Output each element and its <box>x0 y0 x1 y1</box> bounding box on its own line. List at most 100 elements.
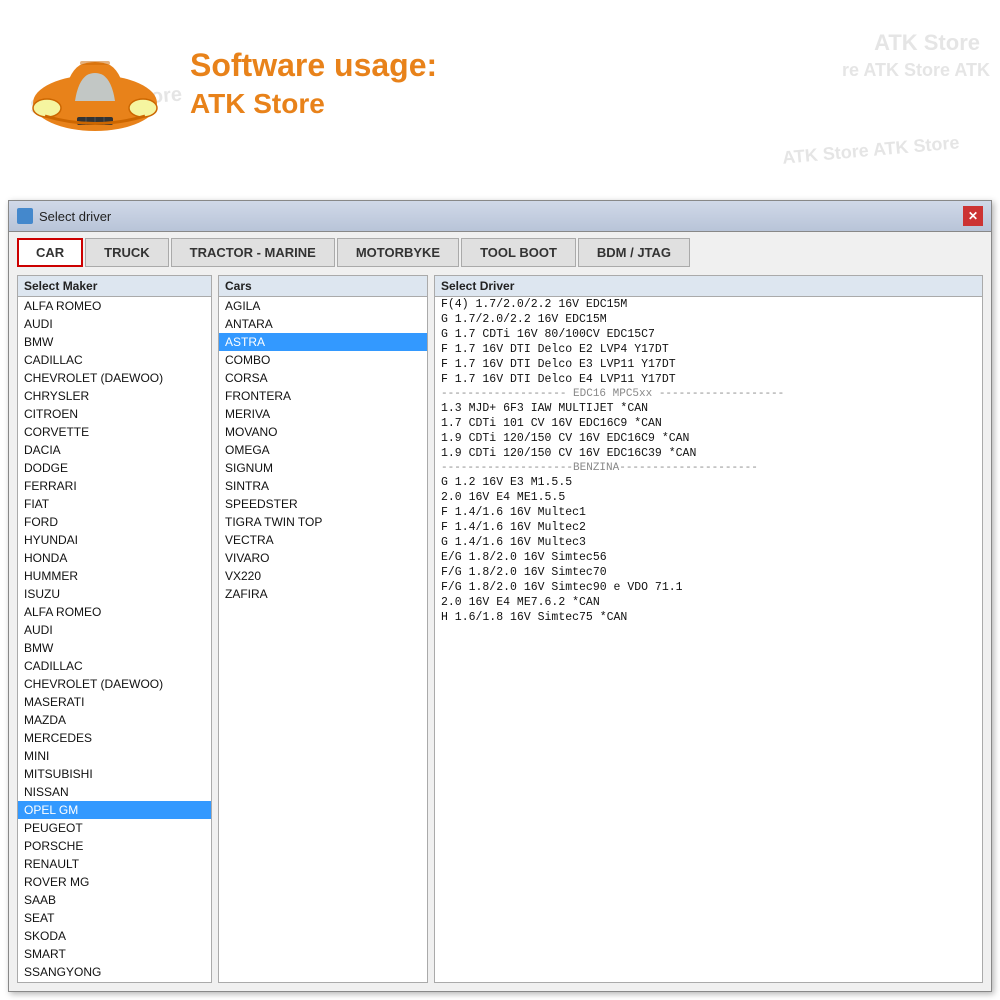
maker-item[interactable]: MERCEDES <box>18 729 211 747</box>
maker-item[interactable]: MINI <box>18 747 211 765</box>
driver-item[interactable]: G 1.4/1.6 16V Multec3 <box>435 535 982 550</box>
car-item[interactable]: AGILA <box>219 297 427 315</box>
driver-item[interactable]: 1.9 CDTi 120/150 CV 16V EDC16C9 *CAN <box>435 431 982 446</box>
maker-item[interactable]: PEUGEOT <box>18 819 211 837</box>
tab-car[interactable]: CAR <box>17 238 83 267</box>
maker-item[interactable]: PORSCHE <box>18 837 211 855</box>
maker-item[interactable]: CHEVROLET (DAEWOO) <box>18 675 211 693</box>
maker-item[interactable]: SSANGYONG <box>18 963 211 981</box>
car-item[interactable]: MERIVA <box>219 405 427 423</box>
tab-bdmjtag[interactable]: BDM / JTAG <box>578 238 690 267</box>
car-item[interactable]: ANTARA <box>219 315 427 333</box>
driver-item[interactable]: F/G 1.8/2.0 16V Simtec90 e VDO 71.1 <box>435 580 982 595</box>
cars-panel: Cars AGILAANTARAASTRACOMBOCORSAFRONTERAM… <box>218 275 428 983</box>
maker-item[interactable]: CADILLAC <box>18 657 211 675</box>
driver-item[interactable]: H 1.6/1.8 16V Simtec75 *CAN <box>435 610 982 625</box>
maker-item[interactable]: SEAT <box>18 909 211 927</box>
driver-item[interactable]: 1.7 CDTi 101 CV 16V EDC16C9 *CAN <box>435 416 982 431</box>
tab-toolboot[interactable]: TOOL BOOT <box>461 238 576 267</box>
maker-item[interactable]: MITSUBISHI <box>18 765 211 783</box>
maker-list[interactable]: ALFA ROMEOAUDIBMWCADILLACCHEVROLET (DAEW… <box>18 297 211 982</box>
tab-motorbyke[interactable]: MOTORBYKE <box>337 238 459 267</box>
maker-item[interactable]: AUDI <box>18 315 211 333</box>
car-item[interactable]: SINTRA <box>219 477 427 495</box>
car-item[interactable]: VECTRA <box>219 531 427 549</box>
car-item[interactable]: OMEGA <box>219 441 427 459</box>
maker-item[interactable]: DACIA <box>18 441 211 459</box>
maker-item[interactable]: ROVER MG <box>18 873 211 891</box>
header-right: Software usage: ATK Store <box>190 47 437 120</box>
driver-item[interactable]: F/G 1.8/2.0 16V Simtec70 <box>435 565 982 580</box>
dialog-titlebar: Select driver ✕ <box>9 201 991 232</box>
maker-item[interactable]: RENAULT <box>18 855 211 873</box>
maker-item[interactable]: HYUNDAI <box>18 531 211 549</box>
maker-item[interactable]: HONDA <box>18 549 211 567</box>
car-icon-area <box>20 18 170 148</box>
maker-item[interactable]: SKODA <box>18 927 211 945</box>
driver-item[interactable]: F(4) 1.7/2.0/2.2 16V EDC15M <box>435 297 982 312</box>
tab-truck[interactable]: TRUCK <box>85 238 169 267</box>
driver-item[interactable]: G 1.7 CDTi 16V 80/100CV EDC15C7 <box>435 327 982 342</box>
maker-item[interactable]: ISUZU <box>18 585 211 603</box>
software-usage-title: Software usage: <box>190 47 437 84</box>
driver-item[interactable]: 2.0 16V E4 ME1.5.5 <box>435 490 982 505</box>
maker-item[interactable]: FORD <box>18 513 211 531</box>
maker-item[interactable]: AUDI <box>18 621 211 639</box>
car-item[interactable]: SPEEDSTER <box>219 495 427 513</box>
car-item[interactable]: VX220 <box>219 567 427 585</box>
maker-item[interactable]: FIAT <box>18 495 211 513</box>
maker-item[interactable]: NISSAN <box>18 783 211 801</box>
maker-item[interactable]: CHEVROLET (DAEWOO) <box>18 369 211 387</box>
car-item[interactable]: COMBO <box>219 351 427 369</box>
maker-item[interactable]: OPEL GM <box>18 801 211 819</box>
select-driver-dialog: Select driver ✕ CARTRUCKTRACTOR - MARINE… <box>8 200 992 992</box>
maker-item[interactable]: CORVETTE <box>18 423 211 441</box>
maker-item[interactable]: CHRYSLER <box>18 387 211 405</box>
driver-divider: ------------------- EDC16 MPC5xx -------… <box>435 387 982 401</box>
drivers-list[interactable]: F(4) 1.7/2.0/2.2 16V EDC15MG 1.7/2.0/2.2… <box>435 297 982 982</box>
car-item[interactable]: VIVARO <box>219 549 427 567</box>
maker-item[interactable]: BMW <box>18 639 211 657</box>
maker-item[interactable]: MAZDA <box>18 711 211 729</box>
driver-item[interactable]: G 1.7/2.0/2.2 16V EDC15M <box>435 312 982 327</box>
maker-item[interactable]: MASERATI <box>18 693 211 711</box>
driver-divider: --------------------BENZINA-------------… <box>435 461 982 475</box>
driver-item[interactable]: G 1.2 16V E3 M1.5.5 <box>435 475 982 490</box>
driver-item[interactable]: 2.0 16V E4 ME7.6.2 *CAN <box>435 595 982 610</box>
maker-item[interactable]: SMART <box>18 945 211 963</box>
car-item[interactable]: MOVANO <box>219 423 427 441</box>
driver-item[interactable]: E/G 1.8/2.0 16V Simtec56 <box>435 550 982 565</box>
tab-tractormarine[interactable]: TRACTOR - MARINE <box>171 238 335 267</box>
close-button[interactable]: ✕ <box>963 206 983 226</box>
maker-item[interactable]: ALFA ROMEO <box>18 603 211 621</box>
maker-item[interactable]: FERRARI <box>18 477 211 495</box>
maker-item[interactable]: SUZUKI <box>18 981 211 982</box>
tab-bar: CARTRUCKTRACTOR - MARINEMOTORBYKETOOL BO… <box>9 232 991 267</box>
driver-item[interactable]: F 1.7 16V DTI Delco E2 LVP4 Y17DT <box>435 342 982 357</box>
drivers-panel-header: Select Driver <box>435 276 982 297</box>
car-item[interactable]: ASTRA <box>219 333 427 351</box>
car-item[interactable]: ZAFIRA <box>219 585 427 603</box>
driver-item[interactable]: F 1.4/1.6 16V Multec1 <box>435 505 982 520</box>
cars-list[interactable]: AGILAANTARAASTRACOMBOCORSAFRONTERAMERIVA… <box>219 297 427 982</box>
top-area: Software usage: ATK Store <box>0 0 1000 158</box>
car-icon <box>25 23 165 143</box>
driver-item[interactable]: F 1.7 16V DTI Delco E3 LVP11 Y17DT <box>435 357 982 372</box>
car-item[interactable]: CORSA <box>219 369 427 387</box>
driver-item[interactable]: 1.3 MJD+ 6F3 IAW MULTIJET *CAN <box>435 401 982 416</box>
maker-item[interactable]: ALFA ROMEO <box>18 297 211 315</box>
maker-item[interactable]: DODGE <box>18 459 211 477</box>
car-item[interactable]: SIGNUM <box>219 459 427 477</box>
maker-item[interactable]: BMW <box>18 333 211 351</box>
car-item[interactable]: TIGRA TWIN TOP <box>219 513 427 531</box>
maker-item[interactable]: CADILLAC <box>18 351 211 369</box>
maker-item[interactable]: SAAB <box>18 891 211 909</box>
driver-item[interactable]: F 1.4/1.6 16V Multec2 <box>435 520 982 535</box>
main-content: Select Maker ALFA ROMEOAUDIBMWCADILLACCH… <box>9 267 991 991</box>
driver-item[interactable]: 1.9 CDTi 120/150 CV 16V EDC16C39 *CAN <box>435 446 982 461</box>
maker-panel: Select Maker ALFA ROMEOAUDIBMWCADILLACCH… <box>17 275 212 983</box>
maker-item[interactable]: HUMMER <box>18 567 211 585</box>
driver-item[interactable]: F 1.7 16V DTI Delco E4 LVP11 Y17DT <box>435 372 982 387</box>
car-item[interactable]: FRONTERA <box>219 387 427 405</box>
maker-item[interactable]: CITROEN <box>18 405 211 423</box>
